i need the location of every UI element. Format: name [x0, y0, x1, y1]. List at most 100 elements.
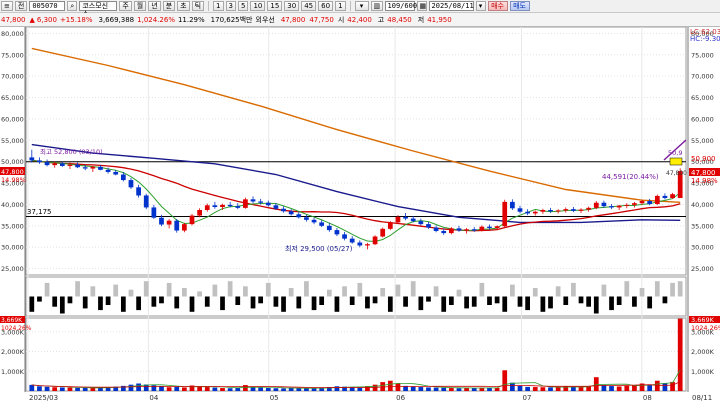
candle-body — [387, 222, 393, 229]
candle-body — [250, 199, 256, 202]
volume-bar — [517, 385, 523, 391]
volume-bar — [433, 387, 439, 391]
oscillator-bar — [120, 296, 126, 312]
volume-bar — [243, 385, 248, 391]
candle-body — [273, 205, 279, 209]
oscillator-bar — [189, 296, 195, 312]
chart-type-button[interactable]: ▾ — [354, 1, 369, 11]
oscillator-bar — [578, 296, 584, 304]
candle-body — [105, 169, 111, 172]
oscillator-bar — [52, 296, 58, 307]
price-tick-label: 30,000 — [1, 244, 24, 252]
oscillator-bar — [113, 284, 119, 297]
dropdown-chevron-icon[interactable]: ▾ — [475, 1, 486, 11]
oscillator-bar — [342, 286, 347, 297]
current-rate-axis-label: 14.98% — [691, 177, 718, 185]
period-week-button[interactable]: 주 — [119, 1, 132, 11]
date-input[interactable]: 2025/08/11 — [428, 1, 474, 11]
period-minute-button[interactable]: 분 — [162, 1, 176, 11]
calendar-icon[interactable]: ▦ — [416, 1, 427, 11]
candle-body — [258, 201, 264, 203]
price-tick-label: 55,000 — [691, 137, 714, 145]
oscillator-bar — [258, 296, 264, 304]
volume-bar — [265, 388, 271, 391]
period-tick-button[interactable]: 틱 — [191, 1, 205, 11]
volume-bar — [311, 388, 317, 391]
volume-bar — [525, 386, 530, 391]
candle-body — [365, 244, 370, 246]
candle-body — [456, 228, 462, 231]
period-year-button[interactable]: 년 — [148, 1, 161, 11]
volume-bar — [128, 384, 134, 391]
price-tick-label: 25,000 — [1, 265, 24, 273]
data-count-field[interactable]: 109/600 — [384, 1, 417, 11]
oscillator-bar — [647, 296, 653, 309]
oscillator-bar — [319, 296, 325, 305]
volume-bar — [59, 387, 65, 391]
menu-icon[interactable]: ≡ — [1, 1, 13, 11]
volume-bar — [578, 387, 584, 391]
volume-tick-label: 1,000K — [691, 368, 715, 376]
price-tick-label: 40,000 — [1, 201, 24, 209]
search-icon[interactable]: ⌕ — [67, 1, 78, 11]
candle-body — [37, 160, 42, 163]
candle-body — [98, 166, 103, 170]
indicator-button[interactable]: ▥ — [370, 1, 383, 11]
stock-name-field[interactable]: 코스모신소 — [79, 1, 118, 18]
volume-bar — [273, 388, 279, 391]
interval-button[interactable]: 30 — [284, 1, 300, 11]
interval-button[interactable]: 1 — [213, 1, 224, 11]
candle-body — [540, 210, 546, 212]
candle-body — [220, 204, 225, 208]
date-tick-label: 08 — [643, 394, 652, 402]
candle-body — [647, 201, 653, 205]
oscillator-bar — [441, 296, 447, 312]
volume-bar — [410, 386, 416, 391]
highest-price-label: 최고 52,800 (03/10) — [40, 147, 103, 156]
toolbar-row-1: ≡ 전 005070 ⌕ 코스모신소 주 월 년 분 초 틱 1 3 5 10 … — [0, 0, 720, 18]
price-change: 6,300 — [36, 15, 57, 24]
candle-body — [609, 206, 614, 208]
quote-bar: 47,800 ▲ 6,300 +15.18% 3,669,388 1,024.2… — [0, 13, 720, 27]
interval-button[interactable]: 45 — [301, 1, 317, 11]
buy-button[interactable]: 매수 — [487, 1, 508, 11]
oscillator-bar — [311, 296, 317, 311]
oscillator-bar — [510, 284, 515, 297]
volume-bar — [90, 388, 96, 391]
volume-bar — [426, 387, 431, 391]
volume-bar — [510, 382, 515, 391]
interval-button[interactable]: 5 — [237, 1, 249, 11]
stock-code-input[interactable]: 005070 — [29, 1, 66, 11]
interval-button[interactable]: 3 — [225, 1, 236, 11]
sell-button[interactable]: 매도 — [509, 1, 530, 11]
candle-body — [243, 199, 248, 208]
interval-button[interactable]: 15 — [267, 1, 283, 11]
toolbar-divider — [349, 1, 351, 11]
period-month-button[interactable]: 월 — [133, 1, 147, 11]
interval-button[interactable]: 1 — [335, 1, 346, 11]
candle-body — [197, 210, 202, 216]
market-selector[interactable]: 전 — [14, 1, 28, 11]
interval-button[interactable]: 10 — [250, 1, 266, 11]
volume-bar — [456, 388, 462, 391]
interval-button[interactable]: 60 — [318, 1, 334, 11]
volume-bar — [204, 387, 210, 391]
volume-bar — [227, 388, 233, 391]
price-tick-label: 40,000 — [691, 201, 714, 209]
open-label: 시 — [337, 15, 345, 24]
oscillator-bar — [609, 296, 614, 311]
candle-body — [227, 204, 233, 207]
candle-body — [357, 242, 363, 246]
volume-bar — [494, 388, 500, 391]
period-second-button[interactable]: 초 — [177, 1, 190, 11]
candle-body — [75, 164, 80, 168]
candle-body — [502, 201, 508, 227]
oscillator-bar — [197, 291, 202, 297]
volume-bar — [75, 387, 80, 391]
oscillator-bar — [380, 288, 386, 297]
candle-body — [670, 194, 675, 199]
oscillator-bar — [540, 296, 546, 312]
volume-bar — [540, 387, 546, 391]
stock-chart[interactable]: 80,000 75,000 70,000 65,000 60,000 55,000 50,0… — [0, 27, 720, 404]
candle-body — [372, 236, 378, 245]
